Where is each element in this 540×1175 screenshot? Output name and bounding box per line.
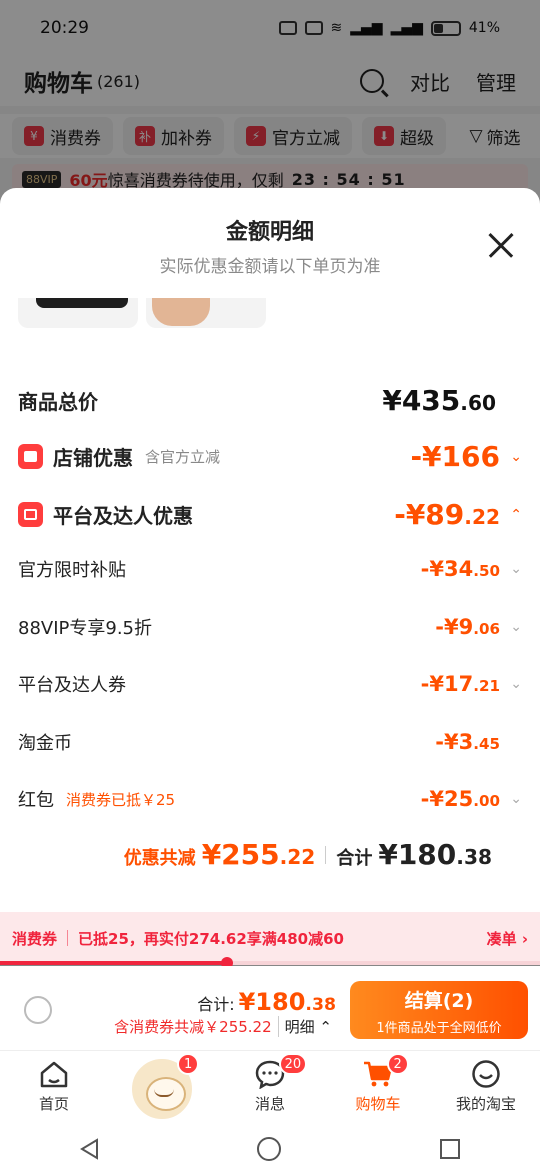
tab-messages[interactable]: 消息 20 (216, 1051, 324, 1122)
chevron-down-icon[interactable]: ⌄ (504, 676, 522, 692)
tab-avatar[interactable]: 1 (108, 1051, 216, 1122)
discount-item-note: 消费券已抵￥25 (66, 790, 176, 809)
discount-item-label: 官方限时补贴 (18, 560, 126, 581)
shop-icon (18, 444, 43, 469)
close-icon[interactable] (488, 232, 514, 258)
home-icon (40, 1061, 68, 1088)
discount-item-row[interactable]: 红包 消费券已抵￥25 -¥25.00 ⌄ (18, 786, 522, 812)
chevron-up-icon[interactable]: ⌃ (504, 507, 522, 523)
coupon-icon (18, 502, 43, 527)
tab-home[interactable]: 首页 (0, 1051, 108, 1122)
chevron-down-icon[interactable]: ⌄ (504, 561, 522, 577)
discount-item-label: 淘金币 (18, 732, 72, 754)
checkout-total: 合计: ¥180.38 (197, 988, 336, 1016)
sheet-subtitle: 实际优惠金额请以下单页为准 (159, 257, 381, 277)
discount-item-row: 淘金币-¥3.45⌄ (18, 729, 522, 755)
home-button-icon[interactable] (256, 1136, 282, 1162)
chevron-down-icon[interactable]: ⌄ (504, 619, 522, 635)
product-thumbnail[interactable] (146, 298, 266, 328)
total-label: 合计 (336, 848, 373, 869)
discount-item-amount: -¥9.06 (435, 614, 500, 639)
discount-item-label: 平台及达人券 (18, 675, 126, 696)
back-icon[interactable] (78, 1137, 100, 1161)
coupon-progress-text: 已抵25，再实付274.62享满480减60 (78, 929, 344, 948)
avatar-badge: 1 (177, 1053, 200, 1075)
discount-item-row[interactable]: 官方限时补贴 -¥34.50 ⌄ (18, 556, 522, 582)
detail-toggle[interactable]: 明细 ⌃ (277, 1016, 332, 1037)
discount-total-amount: ¥255.22 (201, 838, 316, 871)
system-nav-bar (0, 1122, 540, 1175)
chevron-down-icon[interactable]: ⌄ (504, 449, 522, 465)
recent-apps-icon[interactable] (438, 1137, 462, 1161)
discount-item-amount: -¥34.50 (420, 557, 500, 581)
shop-discount-row[interactable]: 店铺优惠 含官方立减 -¥166 ⌄ (18, 440, 522, 473)
discount-item-amount: -¥17.21 (420, 672, 500, 696)
amount-detail-sheet: 金额明细 实际优惠金额请以下单页为准 商品总价 ¥435.60 店铺优惠 含官方… (0, 188, 540, 912)
bottom-tab-bar: 首页 1 消息 20 购物车 2 我的淘宝 (0, 1050, 540, 1122)
product-thumbnail[interactable] (18, 298, 138, 328)
coupon-progress-strip[interactable]: 消费券 已抵25，再实付274.62享满480减60 凑单 › (0, 912, 540, 964)
goods-total-amount: ¥435.60 (382, 384, 496, 417)
discount-item-amount: -¥25.00 (420, 787, 500, 811)
goods-total-row: 商品总价 ¥435.60 (18, 384, 522, 417)
sheet-title: 金额明细 (225, 220, 314, 245)
discount-item-label: 红包 (18, 790, 54, 811)
discount-item-label: 88VIP专享9.5折 (18, 617, 153, 639)
tab-my-taobao[interactable]: 我的淘宝 (432, 1051, 540, 1122)
total-amount: ¥180.38 (378, 838, 492, 871)
checkout-bar: 合计: ¥180.38 含消费券共减￥255.22 明细 ⌃ 结算(2) 1件商… (0, 966, 540, 1050)
shop-discount-amount: -¥166 (410, 440, 500, 473)
platform-discount-amount: -¥89.22 (394, 498, 500, 531)
discount-item-amount: -¥3.45 (435, 729, 500, 754)
checkout-savings: 含消费券共减￥255.22 明细 ⌃ (114, 1016, 332, 1037)
chevron-down-icon[interactable]: ⌄ (504, 791, 522, 807)
discount-item-row[interactable]: 88VIP专享9.5折 -¥9.06 ⌄ (18, 614, 522, 640)
discount-summary: 优惠共减 ¥255.22 合计 ¥180.38 (0, 838, 540, 871)
discount-item-row[interactable]: 平台及达人券 -¥17.21 ⌄ (18, 671, 522, 697)
select-all-radio[interactable] (24, 996, 52, 1024)
discount-total-label: 优惠共减 (123, 848, 196, 869)
checkout-button[interactable]: 结算(2) 1件商品处于全网低价 (350, 981, 528, 1039)
platform-discount-label: 平台及达人优惠 (53, 504, 193, 528)
platform-discount-row[interactable]: 平台及达人优惠 -¥89.22 ⌃ (18, 498, 522, 531)
goods-total-label: 商品总价 (18, 390, 98, 414)
tab-cart[interactable]: 购物车 2 (324, 1051, 432, 1122)
shop-discount-note: 含官方立减 (145, 448, 221, 466)
messages-badge: 20 (278, 1053, 308, 1075)
coupon-tag: 消费券 (12, 929, 58, 948)
shop-discount-label: 店铺优惠 (53, 446, 133, 470)
profile-smile-icon (472, 1060, 500, 1088)
product-thumbnails (18, 298, 266, 328)
add-items-link[interactable]: 凑单 › (487, 928, 528, 949)
progress-fill (0, 961, 227, 965)
cart-badge: 2 (386, 1053, 409, 1075)
coupon-progress-bar (0, 957, 540, 969)
